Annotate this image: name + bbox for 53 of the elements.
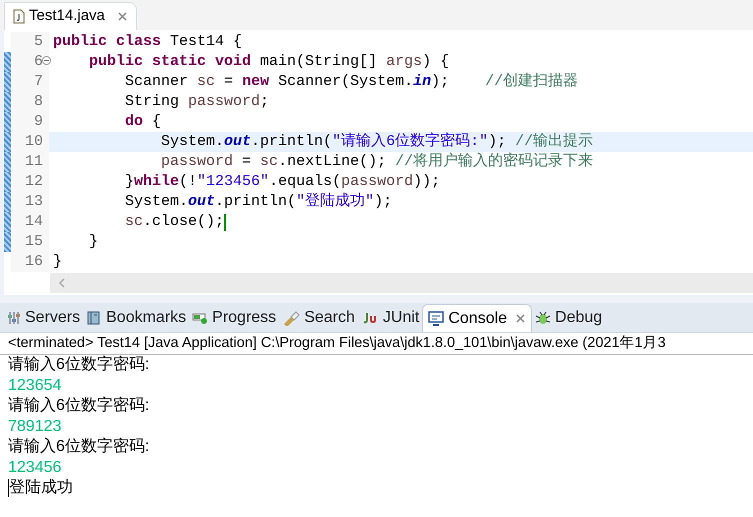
line-number: 10: [24, 132, 43, 152]
editor-tab[interactable]: Test14.java: [4, 2, 137, 30]
code-line: String password;: [124, 92, 270, 112]
line-number: 5: [34, 32, 43, 52]
line-number: 15: [24, 232, 43, 252]
line-number: 6: [34, 52, 43, 72]
view-tab[interactable]: Progress: [189, 304, 280, 332]
code-line: }: [88, 232, 98, 252]
view-tab[interactable]: Console: [422, 304, 532, 332]
horizontal-scrollbar[interactable]: [50, 273, 753, 293]
view-tab[interactable]: Servers: [4, 304, 84, 332]
line-number: 13: [24, 192, 43, 212]
progress-icon: [192, 311, 208, 325]
console-line: 请输入6位数字密码:: [8, 396, 150, 416]
code-line: password = sc.nextLine(); //将用户输入的密码记录下来: [160, 151, 594, 172]
code-line: Scanner sc = new Scanner(System.in); //创建扫描器: [124, 72, 578, 92]
console-line: 789123: [8, 416, 62, 437]
junit-icon: [360, 311, 379, 325]
line-number: 8: [34, 92, 43, 112]
line-number: 12: [24, 172, 43, 192]
console-line: 123654: [8, 376, 62, 396]
code-line: System.out.println("登陆成功");: [124, 192, 392, 212]
view-tab[interactable]: JUnit: [358, 304, 422, 332]
code-line: }while(!"123456".equals(password));: [124, 172, 440, 192]
line-number: 11: [24, 152, 43, 172]
book-icon: [86, 310, 102, 326]
line-number: 7: [34, 72, 43, 92]
close-icon[interactable]: [116, 11, 128, 22]
code-line: public class Test14 {: [53, 32, 242, 52]
scroll-left-icon[interactable]: [58, 278, 66, 288]
console-line: 请输入6位数字密码:: [8, 436, 150, 458]
code-line: }: [53, 252, 62, 272]
code-line: System.out.println("请输入6位数字密码:"); //输出提示: [160, 131, 594, 152]
console-header: <terminated> Test14 [Java Application] C:\Program Files\java\jdk1.8.0_101\bin\javaw.exe (2021年1月3: [8, 334, 666, 353]
bug-icon: [535, 310, 552, 326]
console-line: 请输入6位数字密码:: [8, 354, 150, 376]
code-line: public static void main(String[] args) {: [88, 52, 450, 72]
line-number: 9: [34, 112, 43, 132]
flashlight-icon: [282, 310, 300, 326]
servers-icon: [7, 311, 21, 325]
java-file-icon: [13, 9, 25, 24]
console-line: 123456: [8, 458, 62, 478]
view-tab[interactable]: Search: [279, 304, 358, 332]
view-tab[interactable]: Debug: [532, 304, 606, 332]
code-line: sc.close();: [124, 212, 224, 232]
code-line: do {: [124, 112, 162, 132]
line-number: 16: [24, 252, 43, 272]
line-number: 14: [24, 212, 43, 232]
close-icon[interactable]: [515, 313, 526, 324]
console-line: 登陆成功: [9, 478, 73, 498]
view-tab[interactable]: Bookmarks: [83, 304, 190, 332]
monitor-icon: [428, 311, 444, 326]
collapse-icon[interactable]: [42, 56, 51, 65]
